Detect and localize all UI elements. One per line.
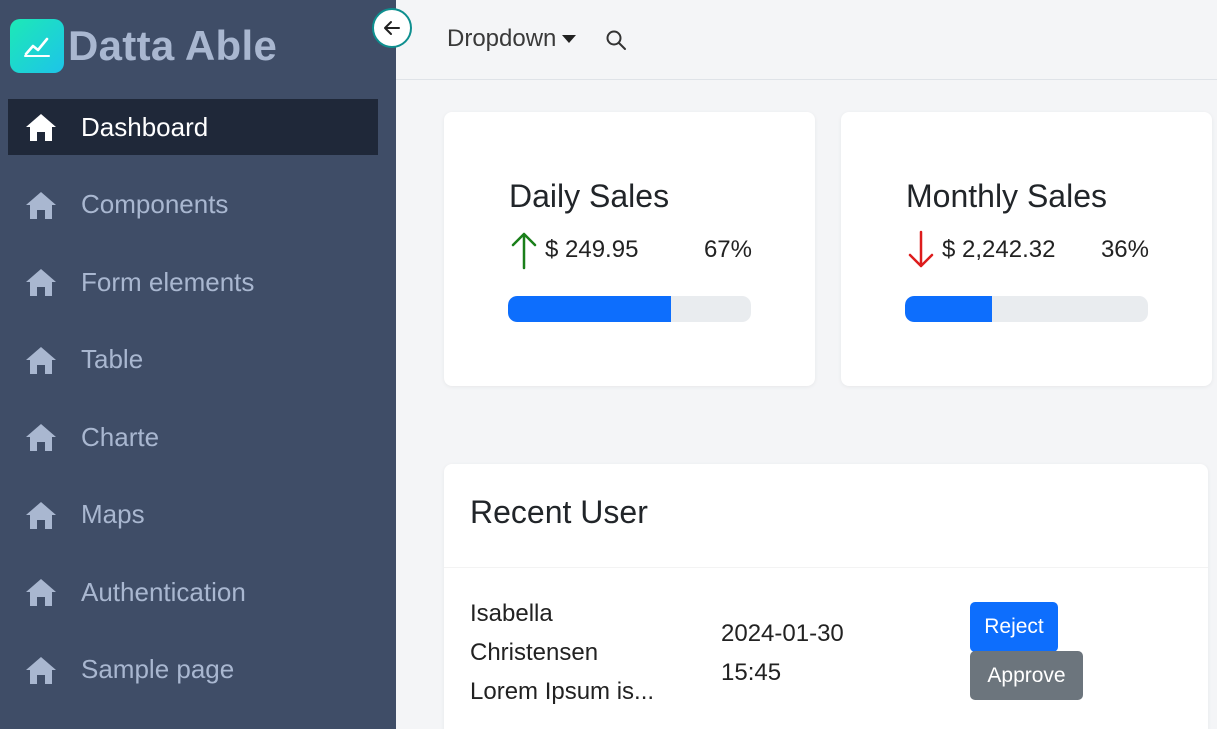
home-icon [24, 575, 58, 609]
progress-bar [905, 296, 1148, 322]
sidebar: Datta Able Dashboard Components Form ele… [0, 0, 396, 729]
sidebar-collapse-button[interactable] [372, 8, 412, 48]
sales-values: $ 2,242.32 36% [906, 230, 1149, 270]
sidebar-item-label: Charte [81, 421, 160, 452]
progress-bar [508, 296, 751, 322]
home-icon [24, 343, 58, 377]
user-datetime: 2024-01-30 15:45 [721, 614, 881, 692]
daily-sales-card: Daily Sales $ 249.95 67% [444, 112, 815, 386]
sales-amount: $ 2,242.32 [942, 236, 1056, 263]
divider [444, 567, 1208, 568]
sidebar-nav: Dashboard Components Form elements Table… [8, 99, 378, 719]
home-icon [24, 110, 58, 144]
top-header: Dropdown [396, 0, 1217, 80]
sidebar-item-table[interactable]: Table [8, 332, 378, 388]
sidebar-item-label: Table [81, 344, 144, 374]
user-info: Isabella Christensen Lorem Ipsum is... [470, 594, 680, 711]
dropdown-label: Dropdown [447, 25, 557, 52]
brand[interactable]: Datta Able [10, 16, 277, 76]
home-icon [24, 188, 58, 222]
card-title: Recent User [470, 494, 648, 530]
sidebar-item-label: Maps [81, 499, 145, 529]
sidebar-item-authentication[interactable]: Authentication [8, 564, 378, 620]
home-icon [24, 420, 58, 454]
user-description: Lorem Ipsum is... [470, 678, 655, 705]
sidebar-item-label: Sample page [81, 654, 235, 684]
sidebar-item-label: Authentication [81, 576, 246, 607]
progress-fill [508, 296, 671, 322]
user-time: 15:45 [721, 659, 782, 686]
caret-down-icon [562, 35, 577, 43]
user-first-name: Isabella [470, 600, 553, 627]
home-icon [24, 498, 58, 532]
sales-amount: $ 249.95 [545, 236, 639, 263]
sales-percent: 36% [1100, 236, 1149, 263]
sales-percent: 67% [703, 236, 752, 263]
header-dropdown[interactable]: Dropdown [447, 25, 577, 53]
user-date: 2024-01-30 [721, 620, 844, 647]
approve-button[interactable]: Approve [970, 651, 1083, 700]
home-icon [24, 653, 58, 687]
sidebar-item-charte[interactable]: Charte [8, 409, 378, 465]
sidebar-item-sample-page[interactable]: Sample page [8, 642, 378, 698]
line-chart-icon [10, 19, 64, 73]
card-title: Monthly Sales [906, 178, 1107, 214]
sidebar-item-label: Form elements [81, 266, 255, 297]
sidebar-item-maps[interactable]: Maps [8, 487, 378, 543]
recent-user-card: Recent User Isabella Christensen Lorem I… [444, 464, 1208, 729]
sidebar-item-form-elements[interactable]: Form elements [8, 254, 378, 310]
card-title: Daily Sales [509, 178, 670, 214]
arrow-left-icon [384, 21, 400, 35]
sidebar-item-label: Dashboard [81, 111, 209, 142]
arrow-up-icon [511, 232, 537, 270]
brand-name: Datta Able [68, 22, 278, 69]
sidebar-item-components[interactable]: Components [8, 177, 378, 233]
sidebar-item-label: Components [81, 189, 229, 219]
progress-fill [905, 296, 993, 322]
sidebar-item-dashboard[interactable]: Dashboard [8, 99, 378, 155]
arrow-down-icon [908, 230, 934, 268]
user-last-name: Christensen [470, 639, 599, 666]
home-icon [24, 265, 58, 299]
reject-button[interactable]: Reject [970, 602, 1058, 652]
sales-values: $ 249.95 67% [509, 230, 752, 270]
search-icon[interactable] [604, 28, 628, 52]
monthly-sales-card: Monthly Sales $ 2,242.32 36% [841, 112, 1212, 386]
